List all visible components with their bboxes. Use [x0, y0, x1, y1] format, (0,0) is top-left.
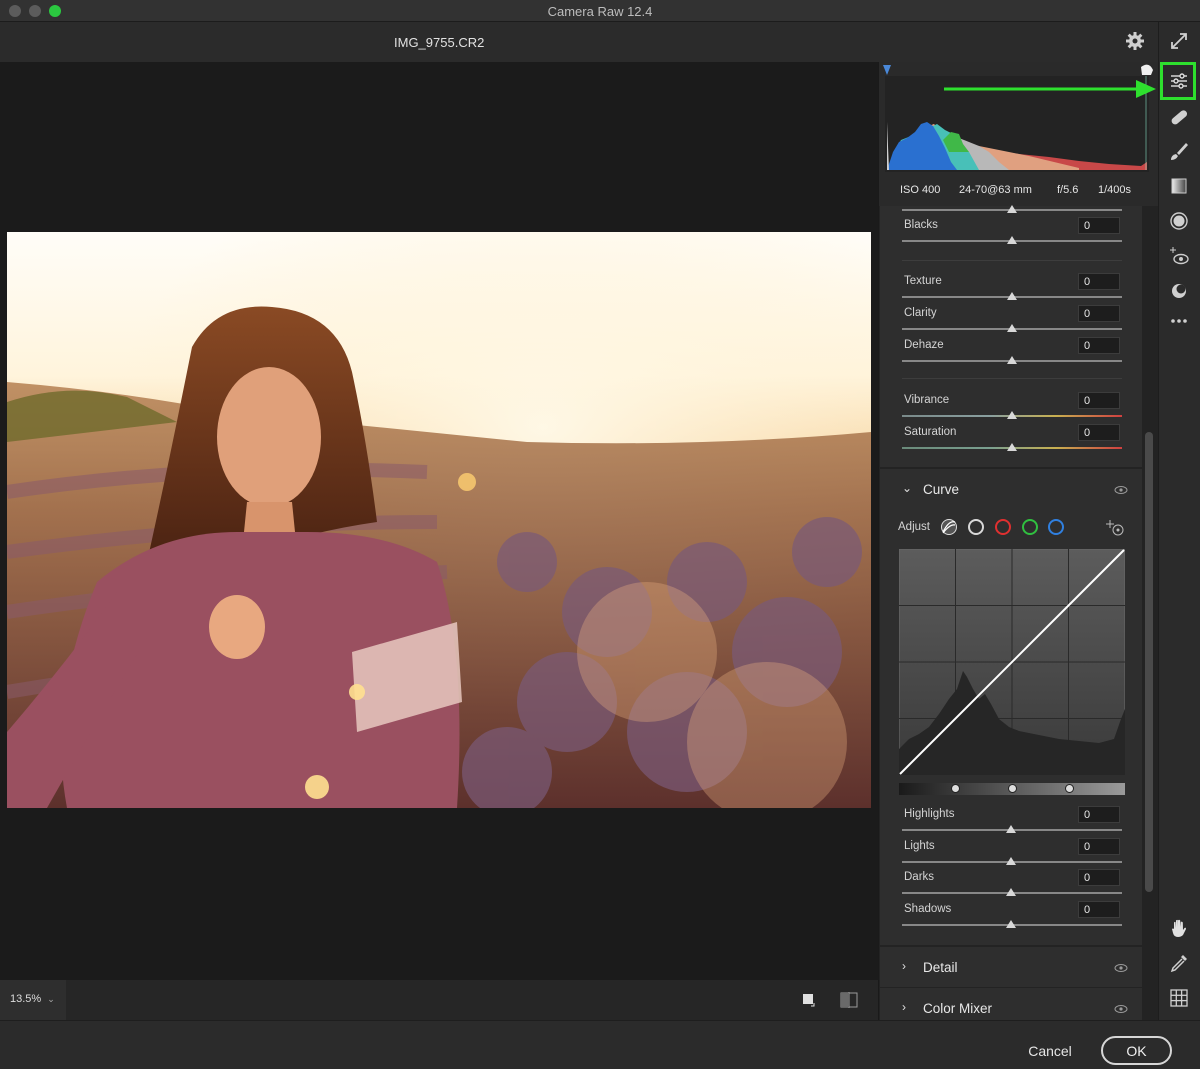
lights-slider-thumb[interactable]: [1006, 857, 1016, 865]
texture-slider-thumb[interactable]: [1007, 292, 1017, 300]
chevron-right-icon: ›: [902, 959, 906, 973]
basic-section: Blacks 0 Texture 0 Clarity 0 Dehaze 0 Vi…: [880, 205, 1142, 467]
chevron-down-icon: ⌄: [902, 481, 913, 495]
highlights-label: Highlights: [904, 808, 955, 820]
tone-curve-graph[interactable]: [898, 548, 1126, 776]
divider: [902, 378, 1122, 379]
saturation-label: Saturation: [904, 426, 957, 438]
blacks-label: Blacks: [904, 219, 938, 231]
annotation-arrow-icon: [944, 78, 1158, 100]
before-after-icon[interactable]: [840, 992, 858, 1008]
curve-section: ⌄ Curve Adjust Highlights 0 Lights 0 Dar…: [880, 469, 1142, 945]
darks-label: Darks: [904, 871, 935, 883]
texture-input[interactable]: 0: [1078, 273, 1120, 290]
detail-title: Detail: [923, 960, 958, 975]
darks-input[interactable]: 0: [1078, 869, 1120, 886]
point-curve-white-button[interactable]: [968, 519, 984, 535]
fullscreen-icon[interactable]: [1168, 30, 1190, 52]
cancel-button[interactable]: Cancel: [1016, 1038, 1084, 1064]
shadows-slider-thumb[interactable]: [1006, 920, 1016, 928]
divider: [902, 260, 1122, 261]
exif-lens: 24-70@63 mm: [959, 184, 1032, 196]
hand-icon[interactable]: [1168, 917, 1190, 939]
detail-section-header[interactable]: › Detail: [880, 947, 1142, 987]
saturation-slider-thumb[interactable]: [1007, 443, 1017, 451]
grid-icon[interactable]: [1168, 987, 1190, 1009]
color-mixer-title: Color Mixer: [923, 1001, 993, 1016]
presets-icon[interactable]: [1168, 280, 1190, 302]
blacks-input[interactable]: 0: [1078, 217, 1120, 234]
point-curve-red-button[interactable]: [995, 519, 1011, 535]
split-handle-shadows[interactable]: [951, 784, 960, 793]
color-mixer-section: › Color Mixer: [880, 988, 1142, 1020]
blacks-slider-thumb[interactable]: [1007, 236, 1017, 244]
curve-section-header[interactable]: ⌄ Curve: [880, 469, 1142, 509]
exif-iso: ISO 400: [900, 184, 941, 196]
radial-filter-icon[interactable]: [1168, 210, 1190, 232]
split-handle-midtones[interactable]: [1008, 784, 1017, 793]
shadows-input[interactable]: 0: [1078, 901, 1120, 918]
adjust-label: Adjust: [898, 521, 930, 533]
highlights-slider-thumb[interactable]: [1006, 825, 1016, 833]
more-icon[interactable]: [1168, 310, 1190, 332]
texture-label: Texture: [904, 275, 942, 287]
edit-panel: ISO 400 24-70@63 mm f/5.6 1/400s Blacks …: [878, 62, 1159, 1020]
slider-thumb[interactable]: [1007, 205, 1017, 213]
parametric-curve-icon[interactable]: [940, 518, 958, 536]
panel-scrollbar[interactable]: [1145, 432, 1153, 892]
clarity-label: Clarity: [904, 307, 937, 319]
curve-title: Curve: [923, 482, 960, 497]
darks-slider-thumb[interactable]: [1006, 888, 1016, 896]
dehaze-slider-thumb[interactable]: [1007, 356, 1017, 364]
targeted-adjustment-icon[interactable]: [1105, 519, 1125, 537]
cycle-views-icon[interactable]: [802, 993, 816, 1007]
visibility-eye-icon[interactable]: [1114, 962, 1128, 972]
saturation-input[interactable]: 0: [1078, 424, 1120, 441]
visibility-eye-icon[interactable]: [1114, 1003, 1128, 1013]
settings-gear-icon[interactable]: [1124, 30, 1146, 52]
title-bar: Camera Raw 12.4: [0, 0, 1200, 22]
photo-preview[interactable]: [7, 232, 871, 808]
window-title: Camera Raw 12.4: [547, 4, 653, 19]
zoom-dropdown[interactable]: 13.5% ⌄: [0, 980, 66, 1020]
clarity-input[interactable]: 0: [1078, 305, 1120, 322]
vibrance-input[interactable]: 0: [1078, 392, 1120, 409]
tool-strip: [1158, 22, 1200, 1020]
brush-icon[interactable]: [1168, 140, 1190, 162]
detail-section: › Detail: [880, 947, 1142, 987]
ok-button[interactable]: OK: [1101, 1036, 1172, 1065]
dehaze-input[interactable]: 0: [1078, 337, 1120, 354]
footer-bar: Cancel OK: [0, 1020, 1200, 1069]
split-handle-highlights[interactable]: [1065, 784, 1074, 793]
vibrance-slider-thumb[interactable]: [1007, 411, 1017, 419]
file-name: IMG_9755.CR2: [394, 35, 485, 50]
eyedropper-icon[interactable]: [1168, 952, 1190, 974]
visibility-eye-icon[interactable]: [1114, 484, 1128, 494]
lights-input[interactable]: 0: [1078, 838, 1120, 855]
point-curve-blue-button[interactable]: [1048, 519, 1064, 535]
clarity-slider-thumb[interactable]: [1007, 324, 1017, 332]
red-eye-icon[interactable]: [1168, 245, 1190, 267]
linear-gradient-icon[interactable]: [1168, 175, 1190, 197]
shadows-label: Shadows: [904, 903, 952, 915]
healing-icon[interactable]: [1168, 106, 1190, 128]
image-canvas[interactable]: [0, 62, 878, 980]
exif-shutter: 1/400s: [1098, 184, 1132, 196]
lights-label: Lights: [904, 840, 935, 852]
view-toolbar: 13.5% ⌄: [0, 980, 878, 1020]
chevron-down-icon: ⌄: [47, 994, 55, 1004]
exif-aperture: f/5.6: [1057, 184, 1079, 196]
dehaze-label: Dehaze: [904, 339, 944, 351]
chevron-right-icon: ›: [902, 1000, 906, 1014]
exif-info: ISO 400 24-70@63 mm f/5.6 1/400s: [879, 182, 1159, 202]
annotation-highlight-box: [1160, 62, 1196, 100]
highlights-input[interactable]: 0: [1078, 806, 1120, 823]
header-bar: IMG_9755.CR2: [0, 22, 1158, 62]
vibrance-label: Vibrance: [904, 394, 950, 406]
zoom-value: 13.5%: [10, 993, 42, 1005]
point-curve-green-button[interactable]: [1022, 519, 1038, 535]
